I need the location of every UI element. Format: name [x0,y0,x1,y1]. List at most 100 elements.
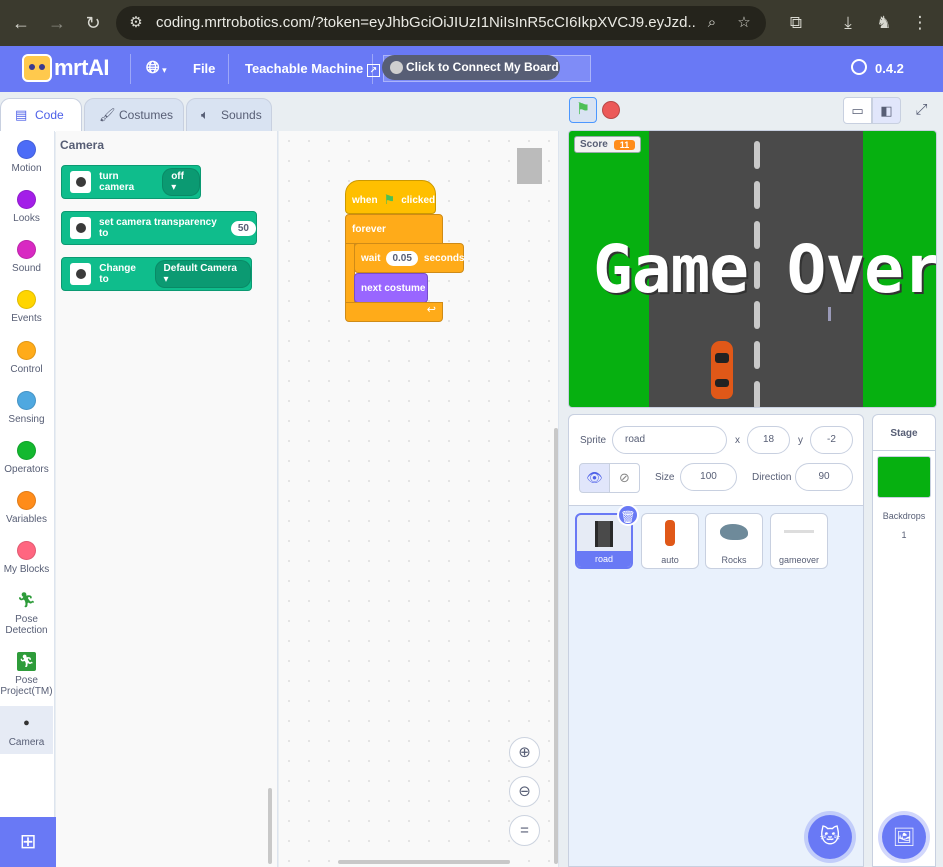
lane-marking [754,341,760,369]
small-stage-button[interactable]: ▭ [843,97,872,124]
zoom-out-button[interactable]: ⊖ [509,776,540,807]
tab-sounds-label: Sounds [221,108,262,122]
score-monitor[interactable]: Score 11 [574,136,642,153]
palette-scrollbar[interactable] [268,788,272,864]
stage-canvas[interactable]: Score 11 Game Over [568,130,937,408]
x-position-input[interactable]: 18 [747,426,790,454]
game-over-sprite[interactable]: Game Over [593,231,936,308]
category-label: Motion [11,163,42,174]
loop-arrow-icon: ↩ [426,304,436,316]
gameover-thumbnail [784,530,814,533]
delete-sprite-button[interactable]: 🗑︎ [617,504,639,526]
back-icon[interactable]: ← [10,12,32,34]
category-motion[interactable]: Motion [0,140,53,174]
green-flag-button[interactable]: ⚑ [569,97,597,123]
turn-camera-block[interactable]: turn camera off ▾ [61,165,201,199]
forward-icon[interactable]: → [46,12,68,34]
set-camera-transparency-block[interactable]: set camera transparency to 50 [61,211,257,245]
eye-off-icon: ⊘ [619,470,630,485]
extensions-icon[interactable]: ⧉ [784,11,808,35]
lane-marking [754,141,760,169]
sprite-name: auto [661,555,679,565]
menu-divider [228,54,229,84]
zoom-reset-button[interactable]: = [509,815,540,846]
category-label: Sensing [8,414,45,425]
reload-icon[interactable]: ↻ [82,12,104,34]
stop-button[interactable] [599,97,627,123]
pose-project-icon: 🏃︎ [17,652,36,671]
show-sprite-button[interactable]: 👁︎ [579,463,610,493]
transparency-input[interactable]: 50 [230,220,256,236]
fullscreen-button[interactable]: ⤢ [907,97,936,124]
large-stage-icon: ◧ [880,103,893,118]
size-input[interactable]: 100 [680,463,737,491]
block-text: Change to [99,263,136,285]
category-sensing[interactable]: Sensing [0,391,53,425]
sprite-tile-gameover[interactable]: gameover [770,513,828,569]
add-extension-button[interactable]: ⊞ [0,817,56,867]
x-label: x [735,435,740,446]
app-logo[interactable]: mrtAI [22,54,109,82]
category-pose-detection[interactable]: 🏃︎ Pose Detection [0,591,53,636]
tab-sounds[interactable]: 🔈︎ Sounds [186,98,272,132]
operators-dot-icon [17,441,36,460]
hide-sprite-button[interactable]: ⊘ [609,463,640,493]
category-operators[interactable]: Operators [0,441,53,475]
sprite-tile-auto[interactable]: auto [641,513,699,569]
y-label: y [798,435,803,446]
rock-sprite[interactable] [828,307,831,321]
sprite-name-input[interactable]: road [612,426,727,454]
wait-seconds-input[interactable]: 0.05 [386,250,418,266]
zoom-in-button[interactable]: ⊕ [509,737,540,768]
block-text: when [352,194,378,206]
code-icon: ▤ [15,107,28,122]
profile-avatar[interactable]: ♞ [872,11,896,35]
block-text: forever [352,223,386,235]
camera-select-dropdown[interactable]: Default Camera ▾ [154,260,251,288]
address-bar[interactable]: ⚙ coding.mrtrobotics.com/?token=eyJhbGci… [116,6,766,40]
large-stage-button[interactable]: ◧ [872,97,901,124]
download-icon[interactable]: ⤓ [836,11,860,35]
category-events[interactable]: Events [0,290,53,324]
direction-input[interactable]: 90 [795,463,853,491]
language-globe-icon[interactable]: 🌐︎ ▾ [146,58,167,78]
camera-state-dropdown[interactable]: off ▾ [162,168,200,196]
category-pose-project[interactable]: 🏃︎ Pose Project(TM) [0,652,53,697]
browser-menu-icon[interactable]: ⋮ [908,11,932,35]
workspace-horizontal-scrollbar[interactable] [338,860,510,864]
road-thumbnail [595,521,613,547]
tab-costumes[interactable]: 🖌︎ Costumes [84,98,184,132]
browser-toolbar: ← → ↻ ⚙ coding.mrtrobotics.com/?token=ey… [0,0,943,46]
tab-code[interactable]: ▤ Code [0,98,82,132]
connect-board-button[interactable]: Click to Connect My Board [382,55,560,80]
category-variables[interactable]: Variables [0,491,53,525]
change-camera-block[interactable]: Change to Default Camera ▾ [61,257,252,291]
teachable-machine-link[interactable]: Teachable Machine ↗ [245,61,380,77]
rocks-thumbnail [720,524,748,540]
category-camera[interactable]: ● Camera [0,706,53,754]
stage-backdrop-thumbnail[interactable] [877,456,931,498]
cat-plus-icon: 🐱︎ [819,826,841,848]
file-menu[interactable]: File [193,61,215,76]
sprite-tile-rocks[interactable]: Rocks [705,513,763,569]
category-control[interactable]: Control [0,341,53,375]
choose-sprite-button[interactable]: 🐱︎ [808,815,852,859]
category-my-blocks[interactable]: My Blocks [0,541,53,575]
dropdown-value: Default Camera [163,263,237,274]
workspace-vertical-scrollbar[interactable] [554,428,558,864]
bookmark-star-icon[interactable]: ☆ [734,13,754,33]
wait-block[interactable]: wait 0.05 seconds [354,243,465,273]
tab-code-label: Code [35,108,64,122]
category-looks[interactable]: Looks [0,190,53,224]
car-sprite[interactable] [711,341,733,399]
zoom-icon[interactable]: ⌕ [702,13,722,33]
site-info-icon[interactable]: ⚙ [126,13,146,33]
choose-backdrop-button[interactable]: 🖼︎ [882,815,926,859]
forever-block[interactable]: forever [345,214,443,244]
brush-icon: 🖌︎ [99,107,116,122]
camera-icon [70,171,92,193]
y-position-input[interactable]: -2 [810,426,853,454]
next-costume-block[interactable]: next costume [354,273,428,303]
category-sound[interactable]: Sound [0,240,53,274]
when-flag-clicked-block[interactable]: when ⚑ clicked [345,180,436,214]
